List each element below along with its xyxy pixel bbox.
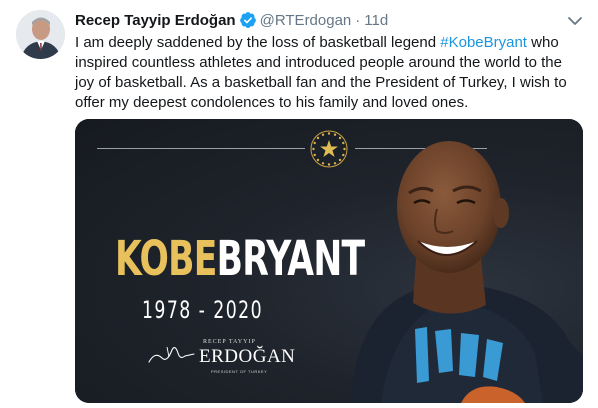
signature-icon (148, 346, 195, 363)
separator-dot: · (355, 12, 361, 29)
tweet-header: Recep Tayyip Erdoğan @RTErdogan · 11d (75, 11, 388, 31)
signature-first-names: RECEP TAYYIP (203, 339, 256, 345)
verified-badge-icon (239, 12, 256, 28)
life-years: 1978 - 2020 (142, 296, 264, 324)
tweet-text: I am deeply saddened by the loss of bask… (75, 33, 585, 113)
author-handle[interactable]: @RTErdogan (260, 12, 352, 29)
tweet-timestamp[interactable]: 11d (364, 12, 388, 29)
hashtag-link[interactable]: #KobeBryant (440, 34, 527, 51)
signature-title: PRESIDENT OF TURKEY (211, 369, 268, 374)
chevron-down-icon[interactable] (566, 12, 584, 30)
tweet: Recep Tayyip Erdoğan @RTErdogan · 11d I am … (0, 0, 598, 408)
author-name[interactable]: Recep Tayyip Erdoğan (75, 12, 236, 29)
decorative-rule-left (97, 148, 305, 149)
signature-surname: ERDOĞAN (199, 346, 296, 367)
tweet-text-start: I am deeply saddened by the loss of bask… (75, 34, 441, 51)
tweet-media-image[interactable]: KOBEBRYANT 1978 - 2020 RECEP TAYYIP ERDO… (75, 119, 583, 403)
avatar[interactable] (16, 10, 65, 59)
kobe-portrait-image (351, 141, 583, 403)
title-kobe: KOBE (115, 231, 217, 287)
avatar-image (16, 10, 65, 59)
